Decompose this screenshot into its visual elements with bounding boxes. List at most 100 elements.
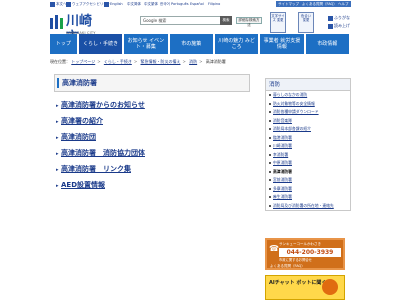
bullet-icon <box>269 204 271 207</box>
call-center-banner[interactable]: ☎ サンキューコールかわさき 044-200-3939 市政に関するお問合せ よ… <box>265 238 345 270</box>
help-button[interactable]: ヘルプ <box>336 1 351 7</box>
bullet-icon <box>269 145 271 147</box>
bullet-icon <box>66 1 71 7</box>
util-link-label: Filipino <box>208 2 221 6</box>
sidebar-item-13[interactable]: 消防局及び消防署の所在地・連絡先 <box>266 202 350 211</box>
sidebar-item-5[interactable]: 臨港消防署 <box>266 134 350 143</box>
util-link-5[interactable]: 한국어 <box>160 1 170 7</box>
breadcrumb-item-emergency[interactable]: 緊急情報・防災の備え <box>140 59 180 64</box>
nav-top[interactable]: トップ <box>50 34 78 54</box>
arrow-right-icon: ▸ <box>56 151 59 157</box>
sidebar-item-label: 防火対象物等の安全情報 <box>273 100 315 106</box>
arrow-right-icon: ▸ <box>56 119 59 125</box>
sidebar-item-10[interactable]: 宮前消防署 <box>266 176 350 185</box>
font-size-button[interactable]: 文字サイズ 変更 <box>270 12 286 33</box>
sidebar-item-6[interactable]: 川崎消防署 <box>266 142 350 151</box>
sidebar-item-3[interactable]: 消防音楽隊 <box>266 117 350 126</box>
bullet-icon <box>328 15 333 21</box>
page-title: 高津消防署 <box>62 79 97 87</box>
main-link-label: 高津消防団 <box>61 133 96 141</box>
sidebar-item-label: 麻生消防署 <box>273 194 292 199</box>
chatbot-label: AIチャット ボットに聞く <box>269 280 327 286</box>
main-link-links[interactable]: ▸ 高津消防署 リンク集 <box>56 161 256 177</box>
nav-business[interactable]: 事業者 就労支援情報 <box>260 34 305 54</box>
main-link-aed[interactable]: ▸ AED設置情報 <box>56 177 256 193</box>
bullet-icon <box>269 136 271 139</box>
utility-bar: 本文へ ウェブアクセシビリティ English 中文简体 中文繁体 한국어 Po… <box>0 0 400 9</box>
sidebar-title: 消防 <box>266 79 350 91</box>
sidebar-item-label: 消防局及び消防署の所在地・連絡先 <box>273 202 334 208</box>
breadcrumb-item-kurashi[interactable]: くらし・手続き <box>104 59 132 64</box>
phone-icon: ☎ <box>269 244 279 253</box>
main-link-list: ▸ 高津消防署からのお知らせ ▸ 高津署の紹介 ▸ 高津消防団 ▸ 高津消防署 消防協力… <box>56 97 256 193</box>
breadcrumb: 現在位置： トップページ > くらし・手続き > 緊急情報・防災の備え > 消防 > 高… <box>50 59 350 65</box>
bullet-icon <box>269 128 271 130</box>
main-link-intro[interactable]: ▸ 高津署の紹介 <box>56 113 256 129</box>
sidebar-item-label: 宮前消防署 <box>273 177 292 182</box>
title-accent-bar <box>57 78 59 88</box>
breadcrumb-separator: > <box>133 59 138 64</box>
call-center-note: 市政に関するお問合せ <box>279 258 312 262</box>
util-link-label: Español <box>190 2 204 6</box>
nav-policy[interactable]: 市の施策 <box>169 34 214 54</box>
util-link-7[interactable]: Español <box>190 1 204 7</box>
faq-button[interactable]: よくある質問（FAQ） <box>300 1 339 7</box>
util-link-8[interactable]: Filipino <box>208 1 220 7</box>
search-detail-link[interactable]: 詳細な検索方法 <box>236 17 262 27</box>
util-link-3[interactable]: 中文简体 <box>127 1 141 7</box>
bullet-icon <box>269 111 271 113</box>
bullet-icon <box>269 153 271 156</box>
search-button[interactable]: 検索 <box>220 16 232 25</box>
ai-chatbot-banner[interactable]: AIチャット ボットに聞く <box>265 275 345 300</box>
sitemap-button[interactable]: サイトマップ <box>276 1 301 7</box>
sidebar-item-label: 暮らしのなかの消防 <box>273 92 308 97</box>
sidebar-item-label: 消防各種申請ダウンロード <box>273 109 319 114</box>
sidebar-item-4[interactable]: 消防局本部各課の紹介 <box>266 125 350 134</box>
header-links: ふりがな 読み上げ <box>328 14 358 30</box>
main-link-label: 高津消防署 リンク集 <box>61 165 131 173</box>
furigana-link[interactable]: ふりがな <box>328 14 358 22</box>
sidebar-item-label: 幸消防署 <box>273 151 289 157</box>
util-link-label: English <box>110 2 123 6</box>
page-title-box: 高津消防署 <box>54 74 250 92</box>
bullet-icon <box>269 162 271 164</box>
sidebar-item-8[interactable]: 中原消防署 <box>266 159 350 168</box>
util-link-2[interactable]: English <box>104 1 123 7</box>
nav-news[interactable]: お知らせ イベント・募集 <box>124 34 169 54</box>
search-input[interactable]: Google 検索 <box>140 16 232 25</box>
faq-link[interactable]: よくある質問（FAQ） <box>270 264 305 269</box>
breadcrumb-item-fire[interactable]: 消防 <box>189 59 197 64</box>
read-aloud-label: 読み上げ <box>334 23 350 28</box>
sidebar-item-label: 臨港消防署 <box>273 134 292 140</box>
sidebar-item-2[interactable]: 消防各種申請ダウンロード <box>266 108 350 117</box>
sidebar-item-1[interactable]: 防火対象物等の安全情報 <box>266 100 350 109</box>
main-link-fire-corps[interactable]: ▸ 高津消防団 <box>56 129 256 145</box>
nav-city-info[interactable]: 市政情報 <box>305 34 350 54</box>
util-link-label: 本文へ <box>56 2 67 6</box>
util-link-4[interactable]: 中文繁体 <box>144 1 158 7</box>
util-link-6[interactable]: Português <box>171 1 189 7</box>
breadcrumb-item-top[interactable]: トップページ <box>71 59 95 64</box>
read-aloud-link[interactable]: 読み上げ <box>328 22 358 30</box>
nav-kurashi[interactable]: くらし・手続き <box>78 34 124 54</box>
main-link-news[interactable]: ▸ 高津消防署からのお知らせ <box>56 97 256 113</box>
sidebar-item-12[interactable]: 麻生消防署 <box>266 193 350 202</box>
util-link-0[interactable]: 本文へ <box>50 1 67 7</box>
util-link-label: 한국어 <box>160 2 170 6</box>
sidebar-item-label: 高津消防署 <box>273 168 292 174</box>
sidebar: 消防 暮らしのなかの消防 防火対象物等の安全情報 消防各種申請ダウンロード 消防… <box>265 78 351 211</box>
main-link-cooperation[interactable]: ▸ 高津消防署 消防協力団体 <box>56 145 256 161</box>
bullet-icon <box>104 1 109 7</box>
breadcrumb-item-current: 高津消防署 <box>205 59 226 64</box>
color-change-button[interactable]: 色合い 変更 <box>298 12 314 33</box>
chatbot-icon <box>322 279 338 295</box>
nav-attractions[interactable]: 川崎の魅力 みどころ <box>214 34 260 54</box>
sidebar-item-7[interactable]: 幸消防署 <box>266 151 350 160</box>
bullet-icon <box>269 102 271 105</box>
util-link-label: 中文繁体 <box>144 2 158 6</box>
arrow-right-icon: ▸ <box>56 103 59 109</box>
sidebar-item-0[interactable]: 暮らしのなかの消防 <box>266 91 350 100</box>
call-center-phone: 044-200-3939 <box>279 248 341 257</box>
sidebar-item-label: 川崎消防署 <box>273 143 292 148</box>
sidebar-item-11[interactable]: 多摩消防署 <box>266 185 350 194</box>
